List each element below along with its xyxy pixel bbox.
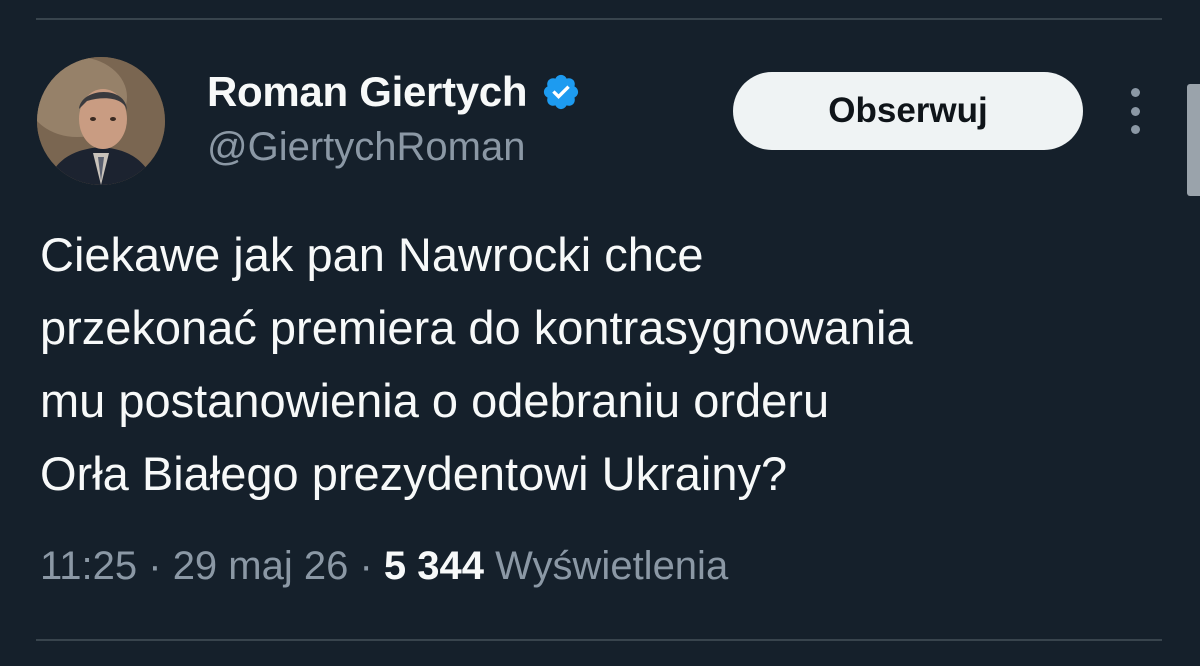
- more-options-icon[interactable]: [1123, 88, 1147, 134]
- meta-separator: ·: [137, 544, 173, 588]
- tweet-line: mu postanowienia o odebraniu orderu: [40, 374, 830, 427]
- author-handle[interactable]: @GiertychRoman: [207, 125, 525, 170]
- bottom-divider: [36, 639, 1162, 641]
- tweet-meta: 11:25 · 29 maj 26 · 5 344 Wyświetlenia: [40, 544, 728, 589]
- tweet-text: Ciekawe jak pan Nawrocki chce przekonać …: [40, 218, 1170, 510]
- more-dot: [1130, 106, 1140, 116]
- top-divider: [36, 18, 1162, 20]
- more-dot: [1130, 88, 1140, 97]
- tweet-line: przekonać premiera do kontrasygnowania: [40, 301, 913, 354]
- views-label[interactable]: Wyświetlenia: [495, 544, 728, 588]
- avatar-portrait-icon: [37, 57, 165, 185]
- tweet-time[interactable]: 11:25: [40, 544, 137, 588]
- meta-separator: ·: [348, 544, 384, 588]
- author-name-row: Roman Giertych: [207, 68, 581, 116]
- scrollbar-thumb[interactable]: [1187, 84, 1200, 196]
- tweet-line: Orła Białego prezydentowi Ukrainy?: [40, 447, 788, 500]
- views-count[interactable]: 5 344: [384, 544, 484, 588]
- author-display-name[interactable]: Roman Giertych: [207, 68, 528, 116]
- verified-badge-icon: [544, 74, 579, 110]
- follow-button[interactable]: Obserwuj: [733, 72, 1083, 150]
- avatar[interactable]: [37, 57, 165, 185]
- more-dot: [1130, 125, 1140, 134]
- tweet-date[interactable]: 29 maj 26: [173, 544, 349, 588]
- tweet-line: Ciekawe jak pan Nawrocki chce: [40, 228, 704, 281]
